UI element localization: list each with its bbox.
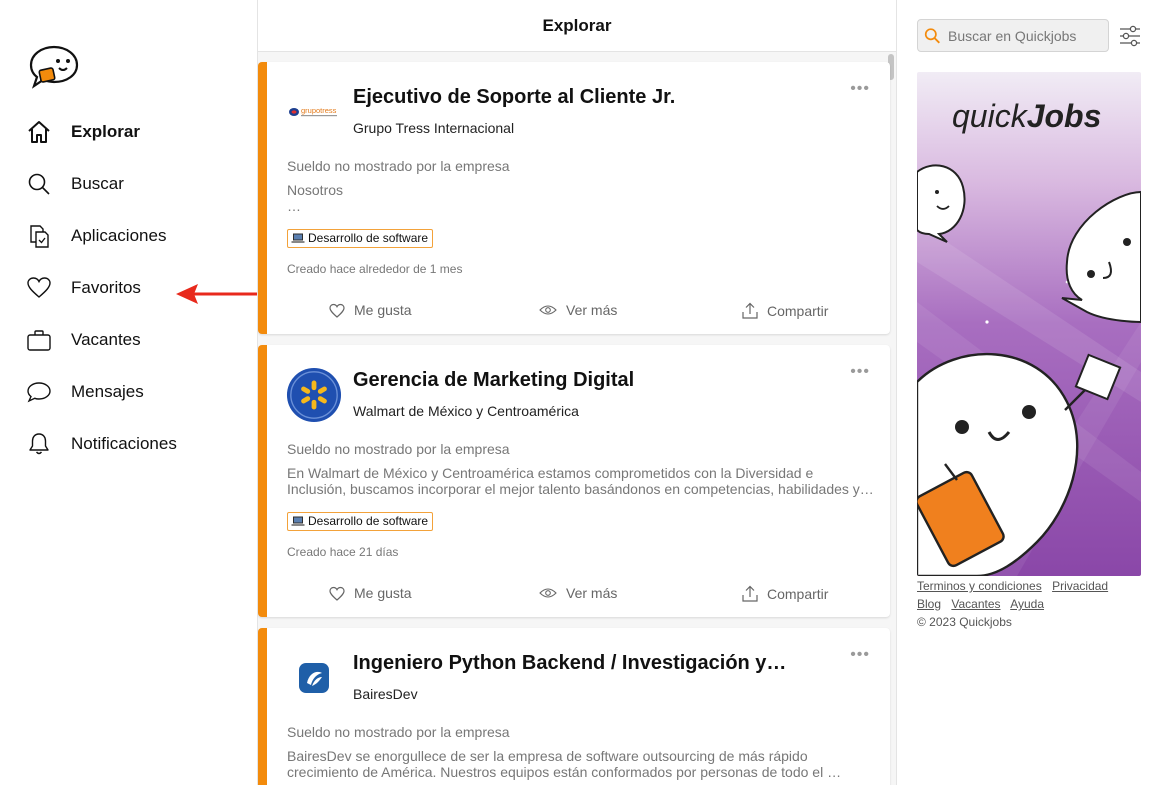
- job-description: En Walmart de México y Centroamérica est…: [287, 465, 877, 497]
- sidebar-item-notificaciones[interactable]: Notificaciones: [24, 418, 177, 470]
- job-title[interactable]: Ejecutivo de Soporte al Cliente Jr.: [353, 86, 675, 109]
- sidebar-item-vacantes[interactable]: Vacantes: [24, 314, 177, 366]
- chat-bubble-icon: [24, 377, 54, 407]
- privacy-link[interactable]: Privacidad: [1052, 579, 1108, 593]
- share-button[interactable]: Compartir: [742, 302, 828, 319]
- share-icon: [742, 302, 758, 319]
- eye-icon: [539, 588, 557, 598]
- copyright-text: © 2023 Quickjobs: [917, 615, 1012, 629]
- home-icon: [24, 117, 54, 147]
- description-line: BairesDev se enorgullece de ser la empre…: [287, 748, 808, 764]
- search-bar[interactable]: [917, 19, 1109, 52]
- search-icon: [24, 169, 54, 199]
- search-icon: [924, 27, 940, 43]
- sidebar-nav: Explorar Buscar Aplicaciones Favoritos V…: [24, 106, 177, 470]
- job-description: Nosotros …: [287, 182, 877, 214]
- category-tag: Desarrollo de software: [287, 229, 434, 248]
- quickjobs-promo-banner[interactable]: quickJobs: [917, 72, 1141, 576]
- more-options-icon[interactable]: •••: [850, 80, 870, 98]
- grupo-tress-logo: grupotress: [286, 84, 342, 140]
- share-label: Compartir: [767, 302, 829, 319]
- description-line: crecimiento de América. Nuestros equipos…: [287, 764, 842, 780]
- description-line: En Walmart de México y Centroamérica est…: [287, 465, 814, 481]
- eye-icon: [539, 305, 557, 315]
- site-footer: Terminos y condiciones Privacidad Blog V…: [917, 577, 1157, 631]
- quickjobs-logo[interactable]: [28, 44, 80, 90]
- sidebar-item-label: Buscar: [71, 174, 124, 193]
- heart-icon: [24, 273, 54, 303]
- sidebar-item-favoritos[interactable]: Favoritos: [24, 262, 177, 314]
- right-panel: quickJobs Terminos y condiciones Privaci…: [898, 0, 1162, 785]
- heart-icon: [329, 303, 345, 318]
- grupo-tress-wordmark: grupotress: [301, 106, 337, 115]
- terms-link[interactable]: Terminos y condiciones: [917, 579, 1042, 593]
- sidebar-item-aplicaciones[interactable]: Aplicaciones: [24, 210, 177, 262]
- like-button[interactable]: Me gusta: [329, 302, 412, 318]
- description-line: Nosotros: [287, 182, 344, 198]
- job-title[interactable]: Ingeniero Python Backend / Investigación…: [353, 652, 786, 675]
- sidebar-item-label: Favoritos: [71, 278, 141, 297]
- view-more-label: Ver más: [566, 585, 618, 601]
- share-label: Compartir: [767, 585, 829, 602]
- laptop-icon: [291, 233, 305, 243]
- share-button[interactable]: Compartir: [742, 585, 828, 602]
- job-card[interactable]: ••• Gerencia de Marketing Digital Walmar…: [258, 345, 890, 617]
- sidebar-item-label: Vacantes: [71, 330, 141, 349]
- sidebar-item-explorar[interactable]: Explorar: [24, 106, 177, 158]
- card-actions: Me gusta Ver más Compartir: [267, 302, 890, 324]
- banner-brand-suffix: Jobs: [1027, 98, 1102, 134]
- like-label: Me gusta: [354, 302, 412, 318]
- created-date: Creado hace 21 días: [287, 545, 399, 559]
- sidebar-item-buscar[interactable]: Buscar: [24, 158, 177, 210]
- like-label: Me gusta: [354, 585, 412, 601]
- page-title: Explorar: [542, 15, 612, 35]
- sidebar-item-mensajes[interactable]: Mensajes: [24, 366, 177, 418]
- job-card[interactable]: ••• Ingeniero Python Backend / Investiga…: [258, 628, 890, 785]
- help-link[interactable]: Ayuda: [1010, 597, 1044, 611]
- feed-header: Explorar: [258, 0, 896, 52]
- more-options-icon[interactable]: •••: [850, 363, 870, 381]
- company-name[interactable]: Walmart de México y Centroamérica: [353, 403, 579, 419]
- sidebar-item-label: Aplicaciones: [71, 226, 167, 245]
- svg-text:quickJobs: quickJobs: [952, 98, 1101, 134]
- created-date: Creado hace alrededor de 1 mes: [287, 262, 463, 276]
- salary-text: Sueldo no mostrado por la empresa: [287, 158, 510, 174]
- category-tag: Desarrollo de software: [287, 512, 434, 531]
- view-more-button[interactable]: Ver más: [539, 585, 617, 601]
- bell-icon: [24, 429, 54, 459]
- job-card[interactable]: ••• grupotress Ejecutivo de Soporte al C…: [258, 62, 890, 334]
- salary-text: Sueldo no mostrado por la empresa: [287, 441, 510, 457]
- heart-icon: [329, 586, 345, 601]
- blog-link[interactable]: Blog: [917, 597, 941, 611]
- like-button[interactable]: Me gusta: [329, 585, 412, 601]
- search-input[interactable]: [948, 27, 1108, 44]
- filters-icon[interactable]: [1118, 24, 1142, 48]
- card-actions: Me gusta Ver más Compartir: [267, 585, 890, 607]
- banner-brand-prefix: quick: [952, 98, 1029, 134]
- company-name[interactable]: BairesDev: [353, 686, 418, 702]
- vacancies-link[interactable]: Vacantes: [951, 597, 1000, 611]
- walmart-logo: [286, 367, 342, 423]
- share-icon: [742, 585, 758, 602]
- briefcase-icon: [24, 325, 54, 355]
- category-tag-label: Desarrollo de software: [308, 231, 429, 245]
- sidebar-item-label: Notificaciones: [71, 434, 177, 453]
- description-line: …: [287, 198, 301, 214]
- sidebar-item-label: Mensajes: [71, 382, 144, 401]
- view-more-button[interactable]: Ver más: [539, 302, 617, 318]
- laptop-icon: [291, 516, 305, 526]
- more-options-icon[interactable]: •••: [850, 646, 870, 664]
- category-tag-label: Desarrollo de software: [308, 514, 429, 528]
- job-feed: Explorar ••• grupotress Ejecutivo de Sop…: [257, 0, 897, 785]
- sidebar-item-label: Explorar: [71, 122, 140, 141]
- view-more-label: Ver más: [566, 302, 618, 318]
- salary-text: Sueldo no mostrado por la empresa: [287, 724, 510, 740]
- job-title[interactable]: Gerencia de Marketing Digital: [353, 369, 634, 392]
- sidebar: Explorar Buscar Aplicaciones Favoritos V…: [0, 0, 278, 785]
- company-name[interactable]: Grupo Tress Internacional: [353, 120, 514, 136]
- documents-icon: [24, 221, 54, 251]
- bairesdev-logo: [286, 650, 342, 706]
- job-description: BairesDev se enorgullece de ser la empre…: [287, 748, 877, 780]
- description-line: Inclusión, buscamos incorporar el mejor …: [287, 481, 874, 497]
